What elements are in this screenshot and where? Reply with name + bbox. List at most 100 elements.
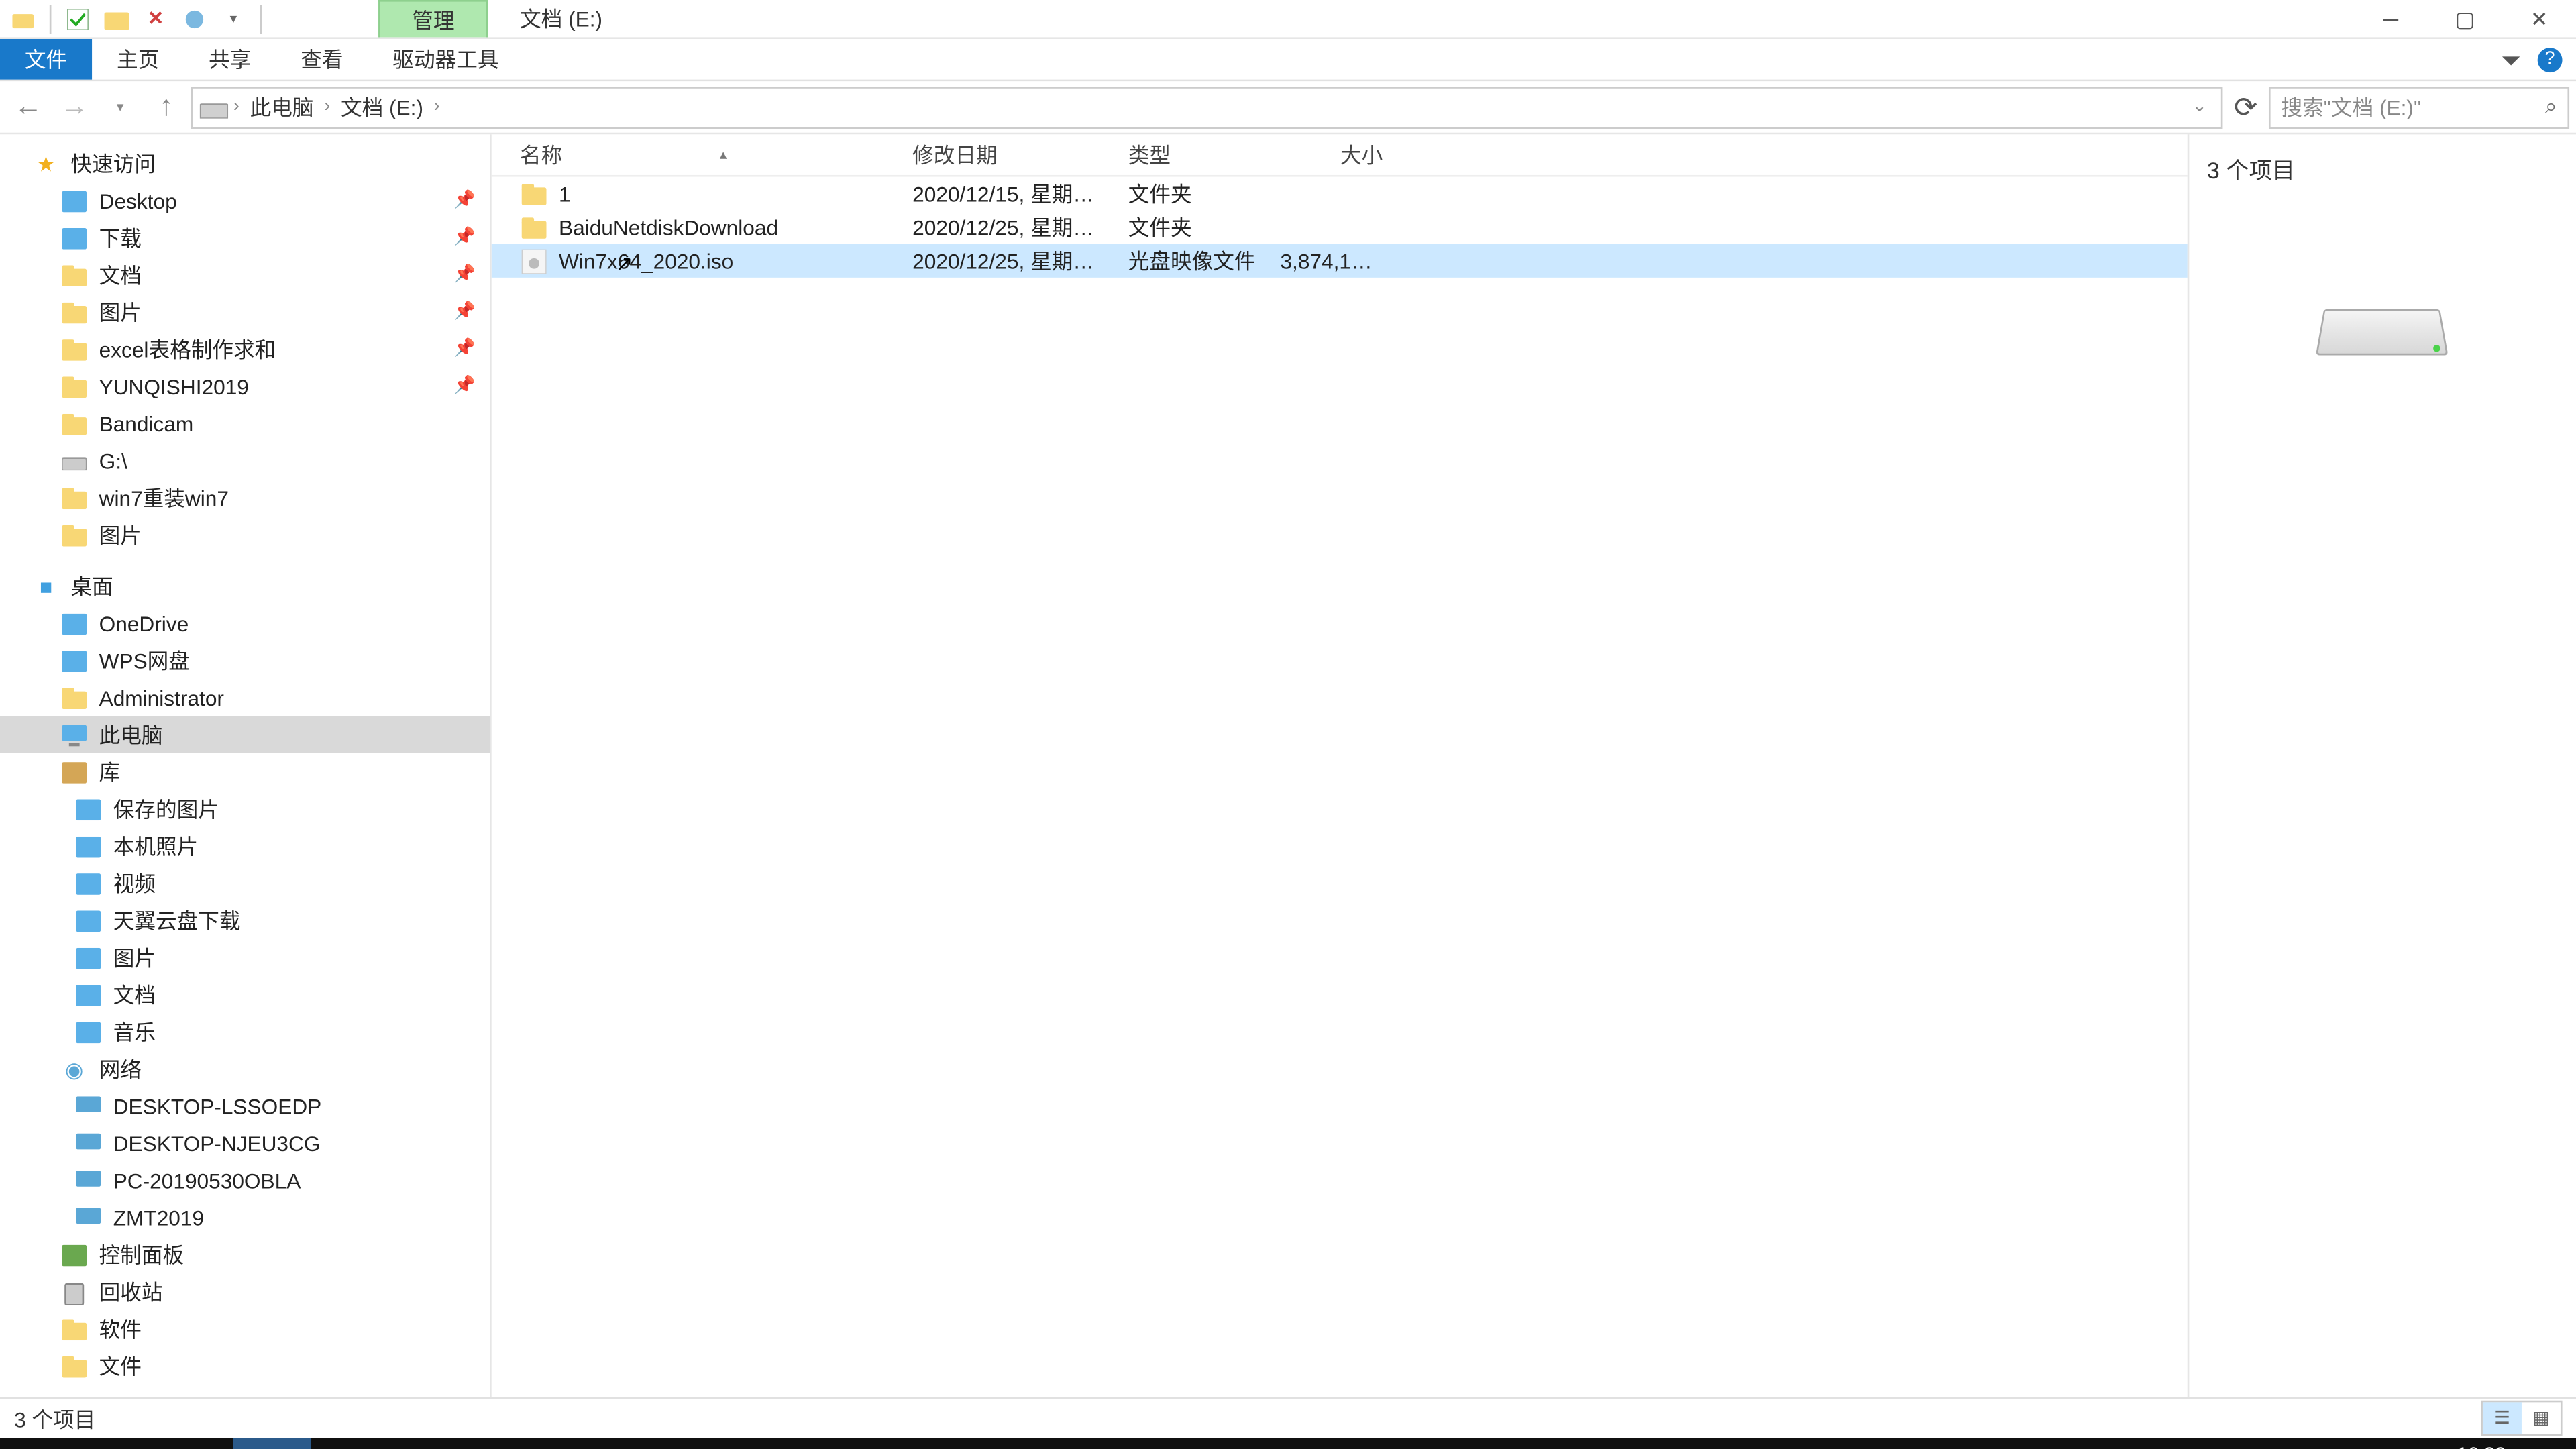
nav-library-item[interactable]: 文档 xyxy=(0,976,490,1013)
file-date: 2020/12/15, 星期二 1... xyxy=(884,178,1100,209)
search-icon[interactable]: ⌕ xyxy=(2545,94,2557,121)
qat-delete-icon[interactable]: ✕ xyxy=(140,3,171,34)
file-row[interactable]: BaiduNetdiskDownload2020/12/25, 星期五 1...… xyxy=(492,211,2188,244)
task-view-button[interactable] xyxy=(156,1438,233,1449)
nav-label: 桌面 xyxy=(70,571,113,601)
file-name: Win7x64_2020.iso xyxy=(559,248,733,273)
up-button[interactable]: ↑ xyxy=(145,86,187,128)
nav-extra-item[interactable]: 文件 xyxy=(0,1348,490,1385)
nav-library-item[interactable]: 天翼云盘下载 xyxy=(0,902,490,938)
qat-properties-icon[interactable] xyxy=(178,3,210,34)
nav-label: 回收站 xyxy=(99,1277,163,1307)
folder-icon xyxy=(60,484,89,512)
taskbar-explorer-button[interactable] xyxy=(233,1438,311,1449)
nav-desktop-item[interactable]: 库 xyxy=(0,753,490,790)
nav-extra-item[interactable]: 控制面板 xyxy=(0,1236,490,1273)
nav-library-item[interactable]: 音乐 xyxy=(0,1013,490,1050)
nav-network-item[interactable]: DESKTOP-LSSOEDP xyxy=(0,1087,490,1124)
drive-icon xyxy=(200,93,228,121)
nav-quick-item[interactable]: 文档📌 xyxy=(0,256,490,293)
nav-label: 本机照片 xyxy=(113,831,199,861)
nav-quick-item[interactable]: 图片📌 xyxy=(0,294,490,331)
navigation-pane[interactable]: ★ 快速访问 Desktop📌下载📌文档📌图片📌excel表格制作求和📌YUNQ… xyxy=(0,134,492,1397)
nav-library-item[interactable]: 保存的图片 xyxy=(0,790,490,827)
app-icon[interactable] xyxy=(7,3,39,34)
library-icon xyxy=(74,943,103,971)
maximize-button[interactable]: ▢ xyxy=(2428,0,2502,37)
close-button[interactable]: ✕ xyxy=(2502,0,2576,37)
column-header-size[interactable]: 大小 xyxy=(1280,140,1389,170)
status-text: 3 个项目 xyxy=(14,1403,95,1434)
nav-label: 保存的图片 xyxy=(113,794,219,824)
chevron-right-icon[interactable]: › xyxy=(231,97,241,117)
breadcrumb-this-pc[interactable]: 此电脑 xyxy=(245,92,319,122)
nav-label: 图片 xyxy=(113,943,156,973)
ribbon-tab-share[interactable]: 共享 xyxy=(184,39,276,80)
nav-library-item[interactable]: 本机照片 xyxy=(0,828,490,865)
qat-checkbox-icon[interactable] xyxy=(62,3,93,34)
nav-quick-item[interactable]: Bandicam xyxy=(0,405,490,442)
file-row[interactable]: Win7x64_2020.iso2020/12/25, 星期五 1...光盘映像… xyxy=(492,244,2188,278)
taskbar-search-button[interactable] xyxy=(78,1438,156,1449)
nav-quick-item[interactable]: 下载📌 xyxy=(0,219,490,256)
nav-network[interactable]: ◉ 网络 xyxy=(0,1051,490,1087)
breadcrumb-current[interactable]: 文档 (E:) xyxy=(335,92,429,122)
ribbon-tabs: 文件 主页 共享 查看 驱动器工具 ? xyxy=(0,39,2576,81)
column-header-type[interactable]: 类型 xyxy=(1100,140,1281,170)
address-dropdown-icon[interactable]: ⌄ xyxy=(2185,97,2214,117)
start-button[interactable] xyxy=(0,1438,78,1449)
nav-label: 文档 xyxy=(99,260,142,290)
forward-button[interactable]: → xyxy=(53,86,95,128)
ribbon-expand-icon[interactable] xyxy=(2495,44,2526,75)
ribbon-tab-home[interactable]: 主页 xyxy=(92,39,184,80)
contextual-tab-manage[interactable]: 管理 xyxy=(378,0,488,37)
nav-quick-item[interactable]: excel表格制作求和📌 xyxy=(0,331,490,368)
file-list[interactable]: 12020/12/15, 星期二 1...文件夹BaiduNetdiskDown… xyxy=(492,177,2188,278)
nav-network-item[interactable]: ZMT2019 xyxy=(0,1199,490,1236)
ribbon-tab-view[interactable]: 查看 xyxy=(276,39,368,80)
nav-extra-item[interactable]: 软件 xyxy=(0,1310,490,1347)
column-header-date[interactable]: 修改日期 xyxy=(884,140,1100,170)
help-icon[interactable]: ? xyxy=(2534,44,2565,75)
address-bar[interactable]: › 此电脑 › 文档 (E:) › ⌄ xyxy=(191,86,2223,128)
computer-icon xyxy=(74,1129,103,1157)
nav-network-item[interactable]: PC-20190530OBLA xyxy=(0,1162,490,1199)
nav-label: G:\ xyxy=(99,448,127,473)
folder-icon xyxy=(60,521,89,549)
nav-network-item[interactable]: DESKTOP-NJEU3CG xyxy=(0,1124,490,1161)
chevron-right-icon[interactable]: › xyxy=(432,97,441,117)
refresh-button[interactable]: ⟳ xyxy=(2226,87,2265,126)
nav-extra-item[interactable]: 回收站 xyxy=(0,1273,490,1310)
nav-quick-item[interactable]: Desktop📌 xyxy=(0,182,490,219)
chevron-right-icon[interactable]: › xyxy=(323,97,332,117)
item-icon xyxy=(60,684,89,712)
view-details-button[interactable]: ☰ xyxy=(2483,1402,2522,1434)
column-header-name[interactable]: 名称▴ xyxy=(492,140,884,170)
qat-dropdown-icon[interactable]: ▾ xyxy=(217,3,249,34)
nav-desktop-item[interactable]: WPS网盘 xyxy=(0,642,490,679)
recent-dropdown-icon[interactable]: ▾ xyxy=(99,86,142,128)
ribbon-tab-drivetools[interactable]: 驱动器工具 xyxy=(368,39,523,80)
qat-folder-icon[interactable] xyxy=(101,3,132,34)
nav-library-item[interactable]: 视频 xyxy=(0,865,490,902)
taskbar-clock[interactable]: 16:32 2020/12/25, 星期五 xyxy=(2339,1444,2516,1449)
view-icons-button[interactable]: ▦ xyxy=(2522,1402,2561,1434)
nav-quick-item[interactable]: G:\ xyxy=(0,442,490,479)
nav-desktop-item[interactable]: 此电脑 xyxy=(0,716,490,753)
nav-quick-item[interactable]: win7重装win7 xyxy=(0,479,490,516)
search-input[interactable]: 搜索"文档 (E:)" ⌕ xyxy=(2269,86,2569,128)
nav-label: 图片 xyxy=(99,520,142,550)
file-type: 光盘映像文件 xyxy=(1100,246,1281,276)
minimize-button[interactable]: ─ xyxy=(2354,0,2428,37)
nav-quick-item[interactable]: YUNQISHI2019📌 xyxy=(0,368,490,405)
nav-desktop-item[interactable]: OneDrive xyxy=(0,605,490,642)
nav-desktop-item[interactable]: Administrator xyxy=(0,679,490,716)
nav-library-item[interactable]: 图片 xyxy=(0,939,490,976)
ribbon-file-tab[interactable]: 文件 xyxy=(0,39,92,80)
back-button[interactable]: ← xyxy=(7,86,50,128)
item-icon xyxy=(60,646,89,674)
nav-quick-item[interactable]: 图片 xyxy=(0,517,490,553)
file-row[interactable]: 12020/12/15, 星期二 1...文件夹 xyxy=(492,177,2188,211)
nav-quick-access[interactable]: ★ 快速访问 xyxy=(0,145,490,182)
nav-desktop[interactable]: ■ 桌面 xyxy=(0,568,490,604)
